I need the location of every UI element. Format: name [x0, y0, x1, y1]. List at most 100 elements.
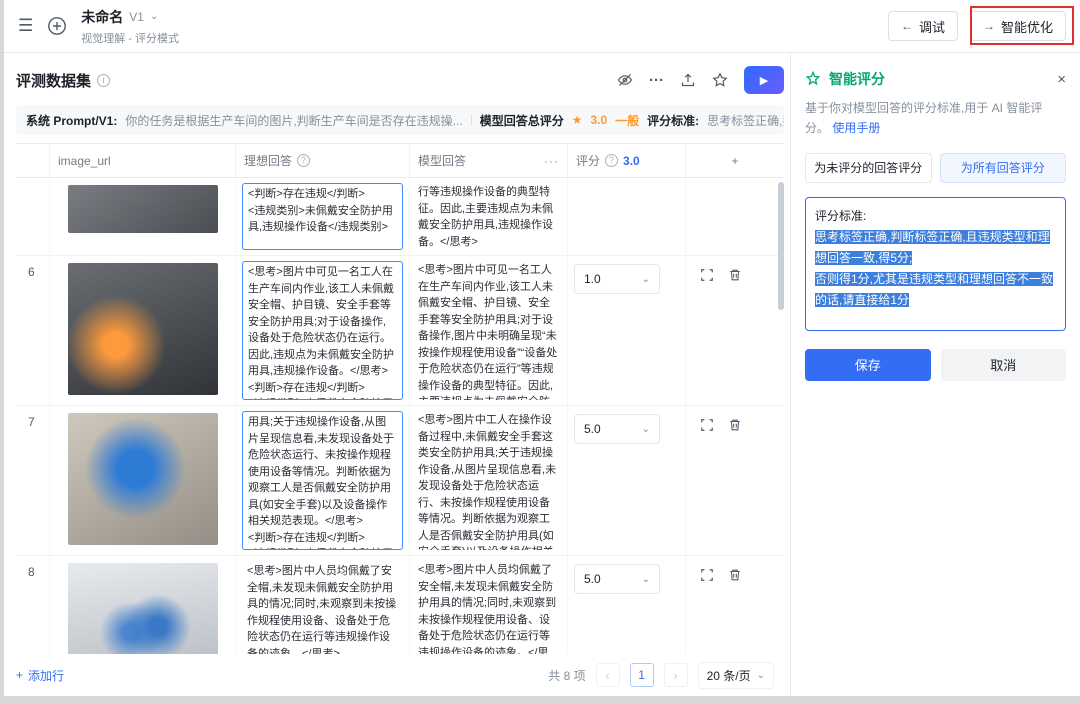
menu-icon[interactable]: ☰ — [18, 16, 33, 36]
model-answer-cell[interactable]: <思考>图片中人员均佩戴了安全帽,未发现未佩戴安全防护用具的情况;同时,未观察到… — [410, 556, 568, 654]
cancel-button[interactable]: 取消 — [941, 349, 1067, 381]
row-image-thumbnail[interactable] — [68, 263, 218, 395]
score-select[interactable]: 5.0 ⌄ — [574, 564, 660, 594]
next-page-button[interactable]: › — [664, 663, 688, 687]
model-answer-cell[interactable]: <思考>图片中可见一名工人在生产车间内作业,该工人未佩戴安全帽、护目镜、安全手套… — [410, 256, 568, 405]
row-image-cell[interactable] — [50, 406, 236, 555]
panel-description: 基于你对模型回答的评分标准,用于 AI 智能评分。 使用手册 — [805, 99, 1066, 139]
more-options-icon[interactable]: ··· — [649, 72, 664, 89]
star-icon[interactable] — [712, 72, 728, 88]
tab-score-all[interactable]: 为所有回答评分 — [940, 153, 1067, 183]
ideal-answer-cell[interactable]: <判断>存在违规</判断> <违规类别>未佩戴安全防护用具,违规操作设备</违规… — [236, 178, 410, 255]
score-cell — [568, 178, 686, 255]
row-image-thumbnail[interactable] — [68, 563, 218, 654]
table-row: <判断>存在违规</判断> <违规类别>未佩戴安全防护用具,违规操作设备</违规… — [16, 178, 784, 256]
run-button[interactable]: ▶ — [744, 66, 784, 94]
chevron-down-icon: ⌄ — [642, 424, 650, 435]
row-image-cell[interactable] — [50, 256, 236, 405]
forward-arrow-icon: → — [983, 19, 995, 33]
row-image-thumbnail[interactable] — [68, 413, 218, 545]
row-index: 8 — [16, 556, 50, 654]
delete-icon[interactable] — [728, 268, 742, 400]
score-select[interactable]: 1.0 ⌄ — [574, 264, 660, 294]
play-icon: ▶ — [760, 74, 768, 87]
system-prompt-bar[interactable]: 系统 Prompt/V1: 你的任务是根据生产车间的图片,判断生产车间是否存在违… — [16, 105, 784, 135]
score-select[interactable]: 5.0 ⌄ — [574, 414, 660, 444]
manual-link[interactable]: 使用手册 — [832, 121, 880, 135]
table-footer: + 添加行 共 8 项 ‹ 1 › 20 条/页 ⌄ — [16, 654, 784, 696]
panel-title: 智能评分 — [829, 69, 885, 89]
expand-icon[interactable] — [700, 268, 714, 400]
add-row-button[interactable]: + 添加行 — [16, 667, 64, 684]
save-button[interactable]: 保存 — [805, 349, 931, 381]
total-score-value: 3.0 — [590, 113, 607, 127]
table-row: 8 <思考>图片中人员均佩戴了安全帽,未发现未佩戴安全防护用具的情况;同时,未观… — [16, 556, 784, 654]
row-image-cell[interactable] — [50, 556, 236, 654]
system-prompt-text: 你的任务是根据生产车间的图片,判断生产车间是否存在违规操... — [125, 112, 462, 129]
dataset-title: 评测数据集 i — [16, 70, 110, 91]
row-number-header — [16, 144, 50, 177]
total-score-label: 模型回答总评分 — [480, 112, 564, 129]
delete-icon[interactable] — [728, 568, 742, 654]
smart-scoring-panel: 智能评分 × 基于你对模型回答的评分标准,用于 AI 智能评分。 使用手册 为未… — [790, 53, 1080, 696]
table-scrollbar[interactable] — [778, 182, 784, 310]
criteria-label: 评分标准: — [647, 112, 699, 129]
ideal-answer-cell[interactable]: <思考>图片中人员均佩戴了安全帽,未发现未佩戴安全防护用具的情况;同时,未观察到… — [236, 556, 410, 654]
page-subtitle: 视觉理解 - 评分模式 — [81, 30, 179, 46]
page-title: 未命名 — [81, 7, 123, 27]
prev-page-button[interactable]: ‹ — [596, 663, 620, 687]
model-answer-cell[interactable]: <思考>图片中工人在操作设备过程中,未佩戴安全手套这类安全防护用具;关于违规操作… — [410, 406, 568, 555]
criteria-field-label: 评分标准: — [815, 206, 1056, 227]
column-more-icon[interactable]: ··· — [544, 154, 559, 168]
ideal-answer-text: 用具;关于违规操作设备,从图片呈现信息看,未发现设备处于危险状态运行、未按操作规… — [242, 411, 403, 550]
score-cell: 5.0 ⌄ — [568, 406, 686, 555]
model-answer-text: <思考>图片中人员均佩戴了安全帽,未发现未佩戴安全防护用具的情况;同时,未观察到… — [416, 561, 561, 654]
chevron-down-icon: ⌄ — [642, 274, 650, 285]
row-actions — [686, 556, 784, 654]
export-icon[interactable] — [680, 72, 696, 88]
score-cell: 1.0 ⌄ — [568, 256, 686, 405]
version-label[interactable]: V1 — [129, 10, 144, 24]
add-row-label: 添加行 — [28, 667, 64, 684]
debug-button[interactable]: ← 调试 — [888, 11, 958, 41]
info-icon[interactable]: i — [97, 74, 110, 87]
ideal-answer-text: <判断>存在违规</判断> <违规类别>未佩戴安全防护用具,违规操作设备</违规… — [242, 183, 403, 250]
add-column-header[interactable]: + — [686, 144, 784, 177]
expand-icon[interactable] — [700, 568, 714, 654]
delete-icon[interactable] — [728, 418, 742, 550]
close-icon[interactable]: × — [1057, 72, 1066, 87]
ideal-answer-text: <思考>图片中人员均佩戴了安全帽,未发现未佩戴安全防护用具的情况;同时,未观察到… — [242, 561, 403, 654]
ideal-answer-cell[interactable]: <思考>图片中可见一名工人在生产车间内作业,该工人未佩戴安全帽、护目镜、安全手套… — [236, 256, 410, 405]
divider — [471, 114, 472, 126]
model-answer-header: 模型回答 ··· — [410, 144, 568, 177]
criteria-selected-text: 思考标签正确,判断标签正确,且违规类型和理想回答一致,得5分; 否则得1分,尤其… — [815, 230, 1053, 307]
row-index: 6 — [16, 256, 50, 405]
model-answer-cell[interactable]: 行等违规操作设备的典型特征。因此,主要违规点为未佩戴安全防护用具,违规操作设备。… — [410, 178, 568, 255]
row-image-thumbnail[interactable] — [68, 185, 218, 233]
system-prompt-label: 系统 Prompt/V1: — [26, 112, 117, 129]
criteria-text: 思考标签正确,判断标签正确,且违... — [707, 112, 784, 129]
circle-plus-icon[interactable] — [47, 16, 67, 36]
total-items-label: 共 8 项 — [548, 667, 585, 684]
main-area: 评测数据集 i ··· ▶ — [4, 53, 790, 696]
current-page-button[interactable]: 1 — [630, 663, 654, 687]
row-index: 7 — [16, 406, 50, 555]
image-url-header: image_url — [50, 144, 236, 177]
question-icon[interactable]: ? — [297, 154, 310, 167]
tab-score-unscored[interactable]: 为未评分的回答评分 — [805, 153, 932, 183]
chevron-down-icon[interactable]: ⌄ — [150, 11, 158, 22]
chevron-down-icon: ⌄ — [642, 574, 650, 585]
expand-icon[interactable] — [700, 418, 714, 550]
row-actions — [686, 406, 784, 555]
page-size-select[interactable]: 20 条/页 ⌄ — [698, 662, 774, 689]
model-answer-text: <思考>图片中工人在操作设备过程中,未佩戴安全手套这类安全防护用具;关于违规操作… — [416, 411, 561, 550]
question-icon[interactable]: ? — [605, 154, 618, 167]
score-header-value: 3.0 — [623, 154, 640, 168]
back-arrow-icon: ← — [901, 19, 913, 33]
smart-optimize-button[interactable]: → 智能优化 — [970, 11, 1066, 41]
hide-columns-icon[interactable] — [617, 72, 633, 88]
row-image-cell[interactable] — [50, 178, 236, 255]
score-star-icon: ★ — [572, 113, 583, 127]
ideal-answer-cell[interactable]: 用具;关于违规操作设备,从图片呈现信息看,未发现设备处于危险状态运行、未按操作规… — [236, 406, 410, 555]
criteria-textarea[interactable]: 评分标准: 思考标签正确,判断标签正确,且违规类型和理想回答一致,得5分; 否则… — [805, 197, 1066, 331]
